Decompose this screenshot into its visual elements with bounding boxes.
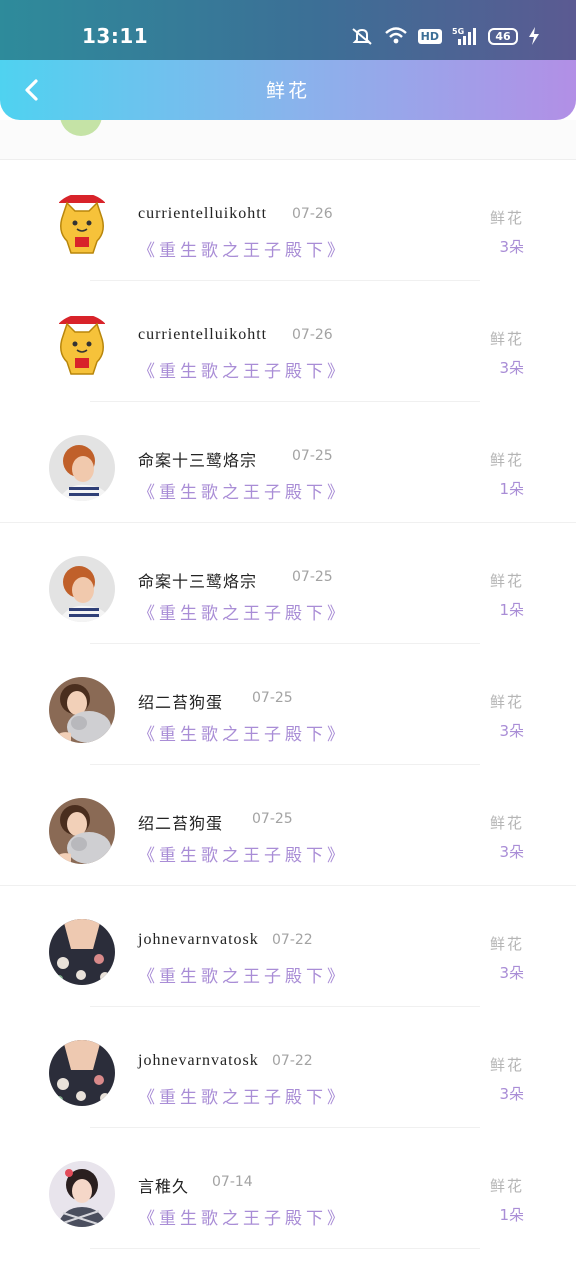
- wifi-icon: [384, 26, 408, 46]
- gift-date: 07-22: [272, 1053, 313, 1069]
- mute-bell-icon: [350, 26, 374, 46]
- list-item[interactable]: johnevarnvatosk 07-22 《重生歌之王子殿下》 鲜花 3朵: [0, 886, 576, 1007]
- signal-icon: 5G: [452, 26, 478, 46]
- gift-date: 07-14: [212, 1174, 253, 1190]
- photo-avatar[interactable]: [49, 798, 115, 864]
- gift-date: 07-26: [292, 206, 333, 222]
- gift-count: 3朵: [499, 359, 524, 377]
- cat-avatar-icon[interactable]: [49, 193, 115, 259]
- username[interactable]: 命案十三鹭烙宗: [138, 447, 257, 471]
- gift-label: 鲜花: [489, 814, 524, 832]
- username[interactable]: currientelluikohtt: [138, 326, 267, 344]
- divider: [90, 1248, 480, 1249]
- battery-icon: 46: [488, 27, 518, 45]
- photo-avatar[interactable]: [49, 677, 115, 743]
- gift-label: 鲜花: [489, 209, 524, 227]
- list-item[interactable]: 命案十三鹭烙宗 07-25 《重生歌之王子殿下》 鲜花 1朵: [0, 523, 576, 644]
- list-item-partial: [0, 120, 576, 160]
- charging-icon: [528, 26, 540, 46]
- book-title[interactable]: 《重生歌之王子殿下》: [138, 720, 348, 745]
- list-item[interactable]: currientelluikohtt 07-26 《重生歌之王子殿下》 鲜花 3…: [0, 281, 576, 402]
- book-title[interactable]: 《重生歌之王子殿下》: [138, 478, 348, 503]
- gift-label: 鲜花: [489, 1177, 524, 1195]
- gift-count: 3朵: [499, 843, 524, 861]
- photo-avatar[interactable]: [49, 556, 115, 622]
- gift-date: 07-25: [252, 811, 293, 827]
- gift-date: 07-22: [272, 932, 313, 948]
- gift-label: 鲜花: [489, 1056, 524, 1074]
- list-item[interactable]: 言稚久 07-14 《重生歌之王子殿下》 鲜花 1朵: [0, 1128, 576, 1249]
- cat-avatar-icon[interactable]: [49, 314, 115, 380]
- username[interactable]: 命案十三鹭烙宗: [138, 568, 257, 592]
- username[interactable]: 言稚久: [138, 1173, 189, 1197]
- gift-label: 鲜花: [489, 693, 524, 711]
- nav-bar: 鲜花: [0, 60, 576, 120]
- svg-text:5G: 5G: [452, 27, 464, 36]
- username[interactable]: johnevarnvatosk: [138, 931, 259, 949]
- username[interactable]: 绍二苔狗蛋: [138, 689, 223, 713]
- hd-badge: HD: [417, 28, 442, 44]
- gift-count: 3朵: [499, 964, 524, 982]
- photo-avatar[interactable]: [49, 435, 115, 501]
- username[interactable]: 绍二苔狗蛋: [138, 810, 223, 834]
- list-item[interactable]: 绍二苔狗蛋 07-25 《重生歌之王子殿下》 鲜花 3朵: [0, 644, 576, 765]
- photo-avatar[interactable]: [49, 919, 115, 985]
- flower-gift-list[interactable]: currientelluikohtt 07-26 《重生歌之王子殿下》 鲜花 3…: [0, 120, 576, 1280]
- gift-count: 1朵: [499, 601, 524, 619]
- gift-count: 1朵: [499, 480, 524, 498]
- page-title: 鲜花: [265, 80, 310, 102]
- username[interactable]: currientelluikohtt: [138, 205, 267, 223]
- list-item[interactable]: currientelluikohtt 07-26 《重生歌之王子殿下》 鲜花 3…: [0, 160, 576, 281]
- avatar: [60, 120, 102, 136]
- book-title[interactable]: 《重生歌之王子殿下》: [138, 357, 348, 382]
- book-title[interactable]: 《重生歌之王子殿下》: [138, 841, 348, 866]
- list-item[interactable]: 绍二苔狗蛋 07-25 《重生歌之王子殿下》 鲜花 3朵: [0, 765, 576, 886]
- status-time: 13:11: [82, 24, 149, 48]
- book-title[interactable]: 《重生歌之王子殿下》: [138, 1204, 348, 1229]
- gift-count: 3朵: [499, 1085, 524, 1103]
- photo-avatar[interactable]: [49, 1161, 115, 1227]
- list-item[interactable]: johnevarnvatosk 07-22 《重生歌之王子殿下》 鲜花 3朵: [0, 1007, 576, 1128]
- gift-label: 鲜花: [489, 451, 524, 469]
- gift-label: 鲜花: [489, 330, 524, 348]
- photo-avatar[interactable]: [49, 1040, 115, 1106]
- gift-label: 鲜花: [489, 935, 524, 953]
- gift-date: 07-26: [292, 327, 333, 343]
- book-title[interactable]: 《重生歌之王子殿下》: [138, 1083, 348, 1108]
- gift-date: 07-25: [292, 448, 333, 464]
- gift-date: 07-25: [292, 569, 333, 585]
- list-item[interactable]: 命案十三鹭烙宗 07-25 《重生歌之王子殿下》 鲜花 1朵: [0, 402, 576, 523]
- gift-count: 3朵: [499, 722, 524, 740]
- status-bar: 13:11 HD 5G 46: [0, 0, 576, 60]
- gift-count: 1朵: [499, 1206, 524, 1224]
- book-title[interactable]: 《重生歌之王子殿下》: [138, 236, 348, 261]
- book-title[interactable]: 《重生歌之王子殿下》: [138, 962, 348, 987]
- status-icons: HD 5G 46: [350, 26, 540, 46]
- gift-count: 3朵: [499, 238, 524, 256]
- book-title[interactable]: 《重生歌之王子殿下》: [138, 599, 348, 624]
- gift-date: 07-25: [252, 690, 293, 706]
- username[interactable]: johnevarnvatosk: [138, 1052, 259, 1070]
- gift-label: 鲜花: [489, 572, 524, 590]
